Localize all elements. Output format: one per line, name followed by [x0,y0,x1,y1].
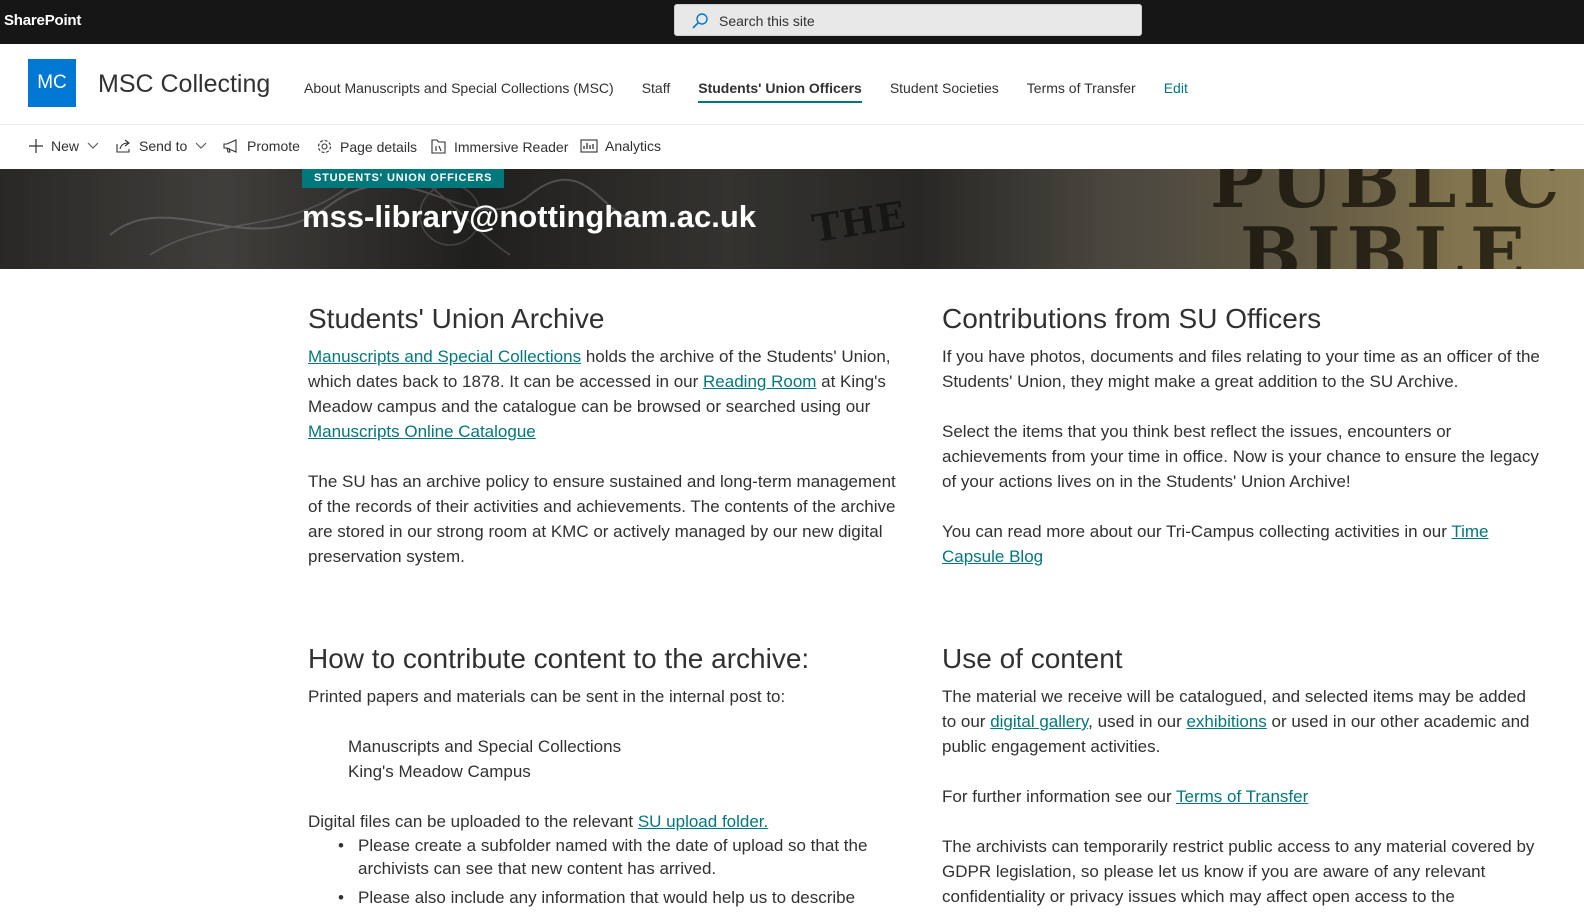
address-line: King's Meadow Campus [348,762,531,781]
plus-icon [29,139,43,153]
paragraph: You can read more about our Tri-Campus c… [942,519,1542,569]
site-search-box[interactable]: Search this site [674,4,1142,36]
share-icon [116,139,130,153]
paragraph: If you have photos, documents and files … [942,347,1540,391]
page-details-button[interactable]: Page details [316,138,417,155]
page-title: mss-library@nottingham.ac.uk [302,199,756,234]
nav-item-student-societies[interactable]: Student Societies [890,80,999,96]
nav-item-about-msc[interactable]: About Manuscripts and Special Collection… [304,80,614,96]
immersive-reader-label: Immersive Reader [454,138,569,155]
gear-icon [317,139,332,154]
section-how-to-contribute: How to contribute content to the archive… [308,642,903,915]
paragraph: For further information see our Terms of… [942,784,1542,809]
section-heading: Students' Union Archive [308,303,605,334]
text: Digital files can be uploaded to the rel… [308,812,638,831]
command-bar: New Send to Promote Page details Immersi… [0,126,1584,169]
reading-room-link[interactable]: Reading Room [703,372,816,391]
msc-link[interactable]: Manuscripts and Special Collections [308,347,581,366]
nav-edit-link[interactable]: Edit [1164,80,1188,96]
analytics-label: Analytics [605,138,662,154]
nav-item-staff[interactable]: Staff [642,80,671,96]
immersive-reader-button[interactable]: Immersive Reader [430,138,568,155]
sharepoint-brand-link[interactable]: SharePoint [4,12,81,29]
section-su-archive: Students' Union Archive Manuscripts and … [308,302,903,594]
section-heading: How to contribute content to the archive… [308,643,810,674]
paragraph: The archivists can temporarily restrict … [942,837,1535,906]
paragraph: The material we receive will be catalogu… [942,684,1542,759]
section-use-of-content: Use of content The material we receive w… [942,642,1542,917]
paragraph: Digital files can be uploaded to the rel… [308,809,903,834]
nav-item-students-union-officers[interactable]: Students' Union Officers [698,80,862,103]
terms-of-transfer-link[interactable]: Terms of Transfer [1176,787,1308,806]
exhibitions-link[interactable]: exhibitions [1186,712,1266,731]
hero-overlay [0,169,1584,269]
section-heading: Use of content [942,643,1123,674]
search-icon [692,13,708,29]
upload-instructions-list: Please create a subfolder named with the… [308,834,903,909]
promote-button[interactable]: Promote [222,138,300,154]
section-heading: Contributions from SU Officers [942,303,1322,334]
analytics-button[interactable]: Analytics [580,138,661,154]
paragraph: Manuscripts and Special Collections hold… [308,344,903,444]
chevron-down-icon [195,142,207,149]
send-to-button[interactable]: Send to [115,138,207,154]
postal-address: Manuscripts and Special Collections King… [308,734,903,784]
promote-label: Promote [247,138,300,154]
text: You can read more about our Tri-Campus c… [942,522,1452,541]
site-navigation: About Manuscripts and Special Collection… [304,80,1216,103]
site-header: MC MSC Collecting About Manuscripts and … [0,44,1584,125]
su-upload-folder-link[interactable]: SU upload folder. [638,812,768,831]
analytics-icon [580,139,598,153]
page-details-label: Page details [340,138,418,155]
chevron-down-icon [87,142,99,149]
list-item: Please create a subfolder named with the… [338,834,903,880]
new-button[interactable]: New [28,138,99,154]
megaphone-icon [223,139,237,153]
digital-gallery-link[interactable]: digital gallery [990,712,1088,731]
new-label: New [51,138,80,154]
paragraph: Select the items that you think best ref… [942,422,1539,491]
hero-banner: THE PUBLIC BIBLE STUDENTS' UNION OFFICER… [0,169,1584,269]
nav-item-terms-of-transfer[interactable]: Terms of Transfer [1027,80,1136,96]
search-placeholder: Search this site [719,13,815,29]
suite-bar: SharePoint Search this site [0,0,1584,44]
send-to-label: Send to [139,138,188,154]
text: , used in our [1088,712,1187,731]
site-title[interactable]: MSC Collecting [98,70,270,99]
site-logo[interactable]: MC [28,59,76,107]
paragraph: Printed papers and materials can be sent… [308,687,786,706]
manuscripts-catalogue-link[interactable]: Manuscripts Online Catalogue [308,422,536,441]
section-contributions: Contributions from SU Officers If you ha… [942,302,1542,594]
text: For further information see our [942,787,1177,806]
list-item: Please also include any information that… [338,886,903,909]
hero-topic-tag[interactable]: STUDENTS' UNION OFFICERS [302,169,505,188]
immersive-reader-icon [431,139,446,154]
paragraph: The SU has an archive policy to ensure s… [308,472,896,566]
address-line: Manuscripts and Special Collections [348,737,622,756]
